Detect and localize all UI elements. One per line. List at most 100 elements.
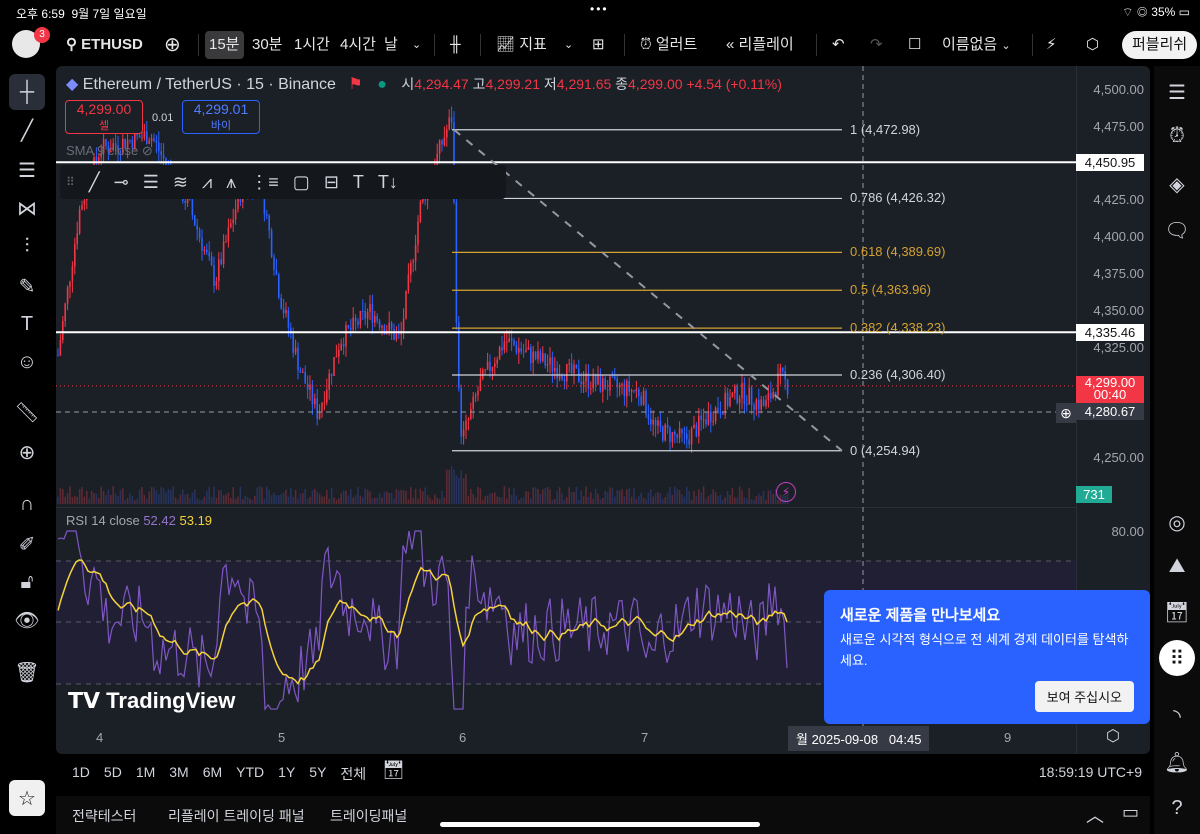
show-me-button[interactable]: 보여 주십시오: [1034, 681, 1134, 712]
fullscreen-square-icon[interactable]: ☐: [904, 31, 925, 59]
symbol-search-button[interactable]: ⚲ ETHUSD: [62, 31, 147, 59]
fib-retracement-icon[interactable]: ☰: [9, 152, 45, 188]
candle: [347, 325, 350, 328]
projection-icon[interactable]: ⫶: [9, 228, 45, 264]
collapse-chevron-up-icon[interactable]: ︿: [1086, 802, 1104, 828]
rectangle-icon[interactable]: ▢: [293, 172, 310, 193]
candle: [611, 376, 614, 378]
indicators-button[interactable]: 📈︎ 지표: [492, 31, 551, 59]
trash-icon[interactable]: 🗑︎: [9, 654, 45, 690]
magnet-icon[interactable]: ∩: [9, 486, 45, 522]
range-button[interactable]: 1D: [72, 764, 90, 784]
indicators-chevron-icon[interactable]: ⌄: [560, 31, 577, 59]
favorites-star-icon[interactable]: ☆: [9, 780, 45, 816]
text-icon[interactable]: T: [9, 306, 45, 342]
volume-bar: [611, 488, 614, 504]
range-button[interactable]: 1M: [136, 764, 155, 784]
interval-15m[interactable]: 15분: [205, 31, 244, 59]
undo-icon[interactable]: ↶: [828, 31, 849, 59]
zoom-in-icon[interactable]: ⊕: [9, 434, 45, 470]
trend-line-icon[interactable]: ╱: [9, 112, 45, 148]
pattern-icon[interactable]: ⋈: [9, 190, 45, 226]
layers-icon[interactable]: ◈: [1161, 168, 1193, 200]
buy-button[interactable]: 4,299.01 바이: [182, 100, 260, 134]
clock-timezone[interactable]: 18:59:19 UTC+9: [1039, 764, 1142, 780]
add-alert-plus-icon[interactable]: ⊕: [1056, 403, 1076, 423]
channel-icon[interactable]: ≋: [173, 172, 188, 193]
sell-button[interactable]: 4,299.00 셀: [65, 100, 143, 134]
multitask-dots-icon[interactable]: •••: [590, 2, 609, 16]
candle: [309, 384, 311, 390]
home-indicator[interactable]: [440, 822, 760, 827]
volume-bar: [772, 493, 774, 504]
lock-icon[interactable]: 🔓︎: [9, 564, 45, 600]
bell-icon[interactable]: 🔔︎: [1161, 746, 1193, 778]
candle: [662, 426, 664, 441]
range-button[interactable]: 6M: [203, 764, 222, 784]
abcd-icon[interactable]: ⩚: [226, 172, 236, 193]
price-range-icon[interactable]: ⊟: [324, 172, 339, 193]
alerts-clock-icon[interactable]: ⏰︎: [1161, 120, 1193, 152]
interval-day[interactable]: 날: [380, 31, 402, 59]
settings-hexagon-icon[interactable]: ⬡: [1082, 31, 1103, 59]
fib-tool-icon[interactable]: ☰: [143, 172, 159, 193]
horizontal-ray-icon[interactable]: ⊸: [114, 172, 129, 193]
range-button[interactable]: 1Y: [278, 764, 295, 784]
interval-1h[interactable]: 1시간: [290, 31, 334, 59]
range-button[interactable]: 전체: [340, 764, 366, 784]
range-button[interactable]: 5D: [104, 764, 122, 784]
volume-bar: [770, 490, 772, 504]
layout-name-dropdown[interactable]: 이름없음 ⌄: [938, 31, 1015, 59]
interval-30m[interactable]: 30분: [248, 31, 287, 59]
volume-bar: [129, 493, 131, 504]
wave-icon[interactable]: ⩘: [202, 172, 212, 193]
stream-icon[interactable]: ◝: [1161, 700, 1193, 732]
layouts-grid-icon[interactable]: ⊞: [588, 31, 609, 59]
candle: [690, 428, 693, 445]
text-tool-icon[interactable]: T: [353, 172, 364, 193]
help-icon[interactable]: ?: [1161, 792, 1193, 824]
time-axis-label: 7: [641, 730, 649, 745]
crosshair-icon[interactable]: ┼: [9, 74, 45, 110]
range-button[interactable]: 3M: [169, 764, 188, 784]
alert-button[interactable]: ⏰︎ 얼러트: [636, 31, 701, 59]
products-grid-icon[interactable]: ⠿: [1159, 640, 1195, 676]
quick-search-icon[interactable]: ⚡︎: [1042, 31, 1061, 59]
lightning-event-icon[interactable]: ⚡︎: [776, 482, 796, 502]
calendar-icon[interactable]: 📅︎: [1161, 596, 1193, 628]
radar-icon[interactable]: ◎: [1161, 506, 1193, 538]
range-button[interactable]: YTD: [236, 764, 264, 784]
volume-bar: [126, 497, 129, 504]
line-tool-icon[interactable]: ╱: [89, 172, 100, 193]
brush-icon[interactable]: ✎: [9, 268, 45, 304]
volume-bar: [302, 493, 304, 504]
tab-strategy-tester[interactable]: 전략테스터: [72, 806, 136, 826]
interval-4h[interactable]: 4시간: [336, 31, 380, 59]
sma-legend[interactable]: SMA 9 close ⊘: [66, 143, 153, 159]
hidden-eye-icon[interactable]: ⊘: [142, 143, 153, 158]
chat-icon[interactable]: 🗨︎: [1161, 214, 1193, 246]
lock-drawing-icon[interactable]: ✐: [9, 526, 45, 562]
replay-button[interactable]: « 리플레이: [722, 31, 798, 59]
anchored-text-icon[interactable]: T↓: [378, 172, 398, 193]
date-range-calendar-icon[interactable]: 📅︎: [382, 760, 405, 781]
drag-handle-icon[interactable]: ⠿: [66, 175, 75, 189]
watchlist-icon[interactable]: ☰: [1161, 76, 1193, 108]
flag-icon[interactable]: ⚑: [348, 76, 362, 93]
tab-replay-trading-panel[interactable]: 리플레이 트레이딩 패널: [168, 806, 305, 826]
maximize-panel-icon[interactable]: ▭: [1122, 802, 1139, 823]
eye-icon[interactable]: 👁︎: [9, 602, 45, 638]
fib-levels-icon[interactable]: ⋮≡: [250, 172, 279, 193]
candle-type-icon[interactable]: ╫: [446, 31, 465, 59]
range-button[interactable]: 5Y: [309, 764, 326, 784]
emoji-icon[interactable]: ☺: [9, 344, 45, 380]
publish-button[interactable]: 퍼블리쉬: [1122, 31, 1198, 59]
chart-settings-icon[interactable]: ⬡: [1106, 726, 1120, 746]
add-symbol-icon[interactable]: ⊕: [160, 31, 185, 59]
ideas-icon[interactable]: ⛰︎: [1161, 550, 1193, 582]
interval-dropdown-chevron-icon[interactable]: ⌄: [408, 31, 425, 59]
ruler-icon[interactable]: 📏︎: [9, 394, 45, 430]
redo-icon[interactable]: ↷: [866, 31, 887, 59]
tab-trading-panel[interactable]: 트레이딩패널: [330, 806, 407, 826]
volume-bar: [700, 492, 702, 504]
